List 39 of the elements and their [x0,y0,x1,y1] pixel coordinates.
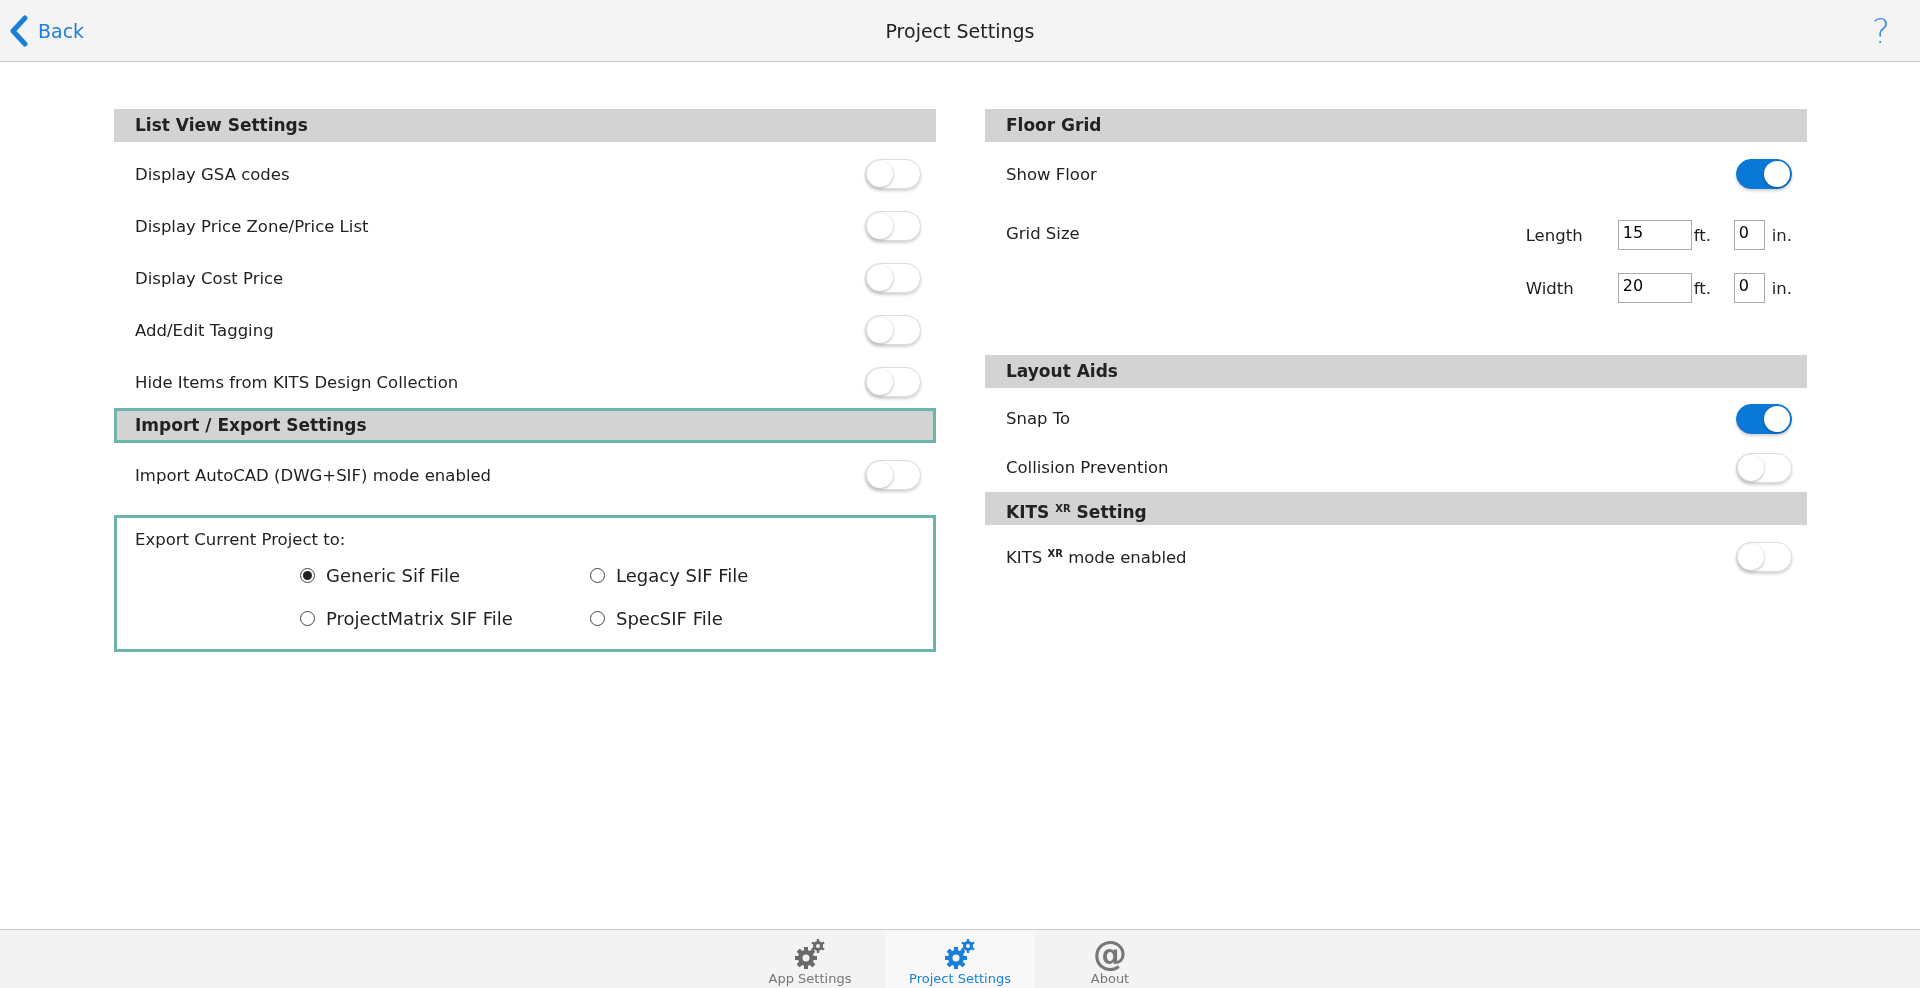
setting-label: Grid Size [1006,223,1080,243]
setting-label: Display Price Zone/Price List [135,216,369,236]
tab-button[interactable]: Project Settings [885,930,1035,988]
dimension-label: Length [1525,225,1584,245]
page-title: Project Settings [885,19,1035,42]
export-label: Export Current Project to: [135,530,347,549]
setting-label: Import AutoCAD (DWG+SIF) mode enabled [135,465,492,485]
inches-field[interactable]: 0 [1733,220,1765,250]
setting-label: Show Floor [1006,164,1097,184]
setting-label: Display Cost Price [135,268,284,288]
setting-label: Add/Edit Tagging [135,320,274,340]
radio-label[interactable]: SpecSIF File [616,608,723,629]
feet-field[interactable]: 15 [1617,220,1692,250]
setting-label: Snap To [1006,409,1071,428]
tab-button[interactable]: @ About [1035,930,1185,988]
radio-label[interactable]: Generic Sif File [326,565,461,586]
feet-field[interactable]: 20 [1617,273,1692,303]
section-header: Layout Aids [985,355,1807,388]
radio-label[interactable]: ProjectMatrix SIF File [326,608,513,629]
section-header: List View Settings [114,109,936,142]
unit-label: in. [1771,278,1792,298]
unit-label: in. [1771,225,1792,245]
section-header: Import / Export Settings [114,408,936,443]
toggle-switch[interactable] [1736,403,1792,434]
back-button[interactable]: Back [10,14,85,47]
unit-label: ft. [1693,278,1712,298]
section-header: KITS $^{XR}$ Setting [985,492,1807,525]
unit-label: ft. [1693,225,1712,245]
setting-label: Collision Prevention [1006,458,1169,477]
inches-field[interactable]: 0 [1733,273,1765,303]
setting-label: Hide Items from KITS Design Collection [135,372,459,392]
setting-label: KITS $^{XR}$ mode enabled [1006,547,1187,567]
dimension-label: Width [1525,278,1575,298]
section-header: Floor Grid [985,109,1807,142]
radio-label[interactable]: Legacy SIF File [616,565,749,586]
toggle-switch[interactable] [1736,159,1792,189]
tab-button[interactable]: App Settings [735,930,885,988]
setting-label: Display GSA codes [135,164,290,184]
chevron-left-icon [10,14,28,47]
